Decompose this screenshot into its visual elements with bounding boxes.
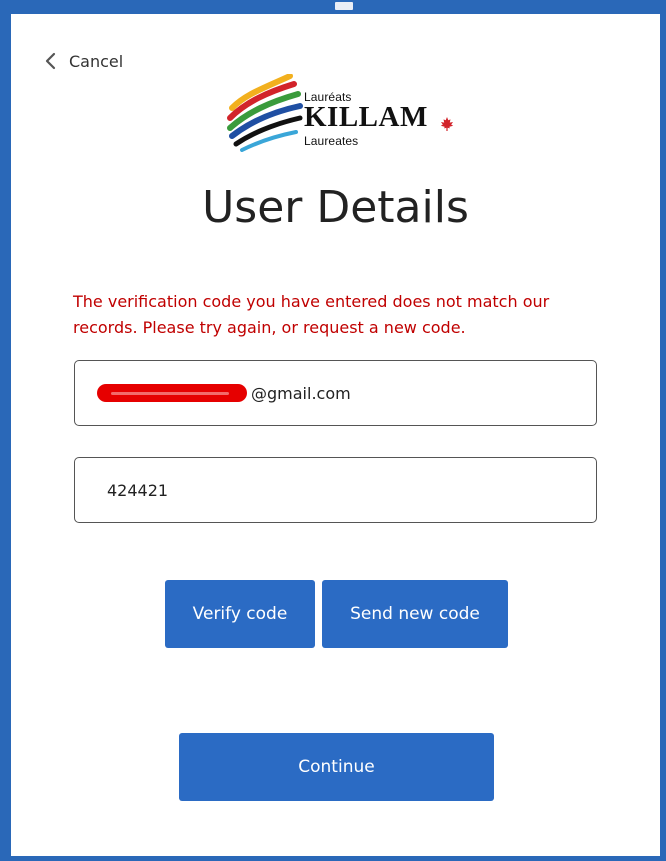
killam-stripes-logo-icon [227, 74, 303, 152]
email-field[interactable]: @gmail.com [74, 360, 597, 426]
cancel-label: Cancel [69, 51, 124, 71]
cancel-link[interactable]: Cancel [43, 51, 123, 71]
logo-line-bottom: Laureates [304, 134, 359, 148]
window-top-edge [0, 0, 666, 14]
verification-code-value: 424421 [107, 480, 169, 500]
window-frame: Cancel Lauréats KILLAM Laureates User De… [0, 0, 666, 861]
window-left-edge [0, 0, 11, 861]
page-title: User Details [202, 182, 469, 233]
verification-code-field[interactable]: 424421 [74, 457, 597, 523]
logo-line-main: KILLAM [304, 101, 428, 133]
window-right-edge [660, 0, 666, 861]
error-message: The verification code you have entered d… [73, 292, 550, 337]
send-new-code-button[interactable]: Send new code [322, 580, 508, 648]
verify-code-button[interactable]: Verify code [165, 580, 315, 648]
user-details-card: Cancel Lauréats KILLAM Laureates User De… [11, 14, 660, 856]
email-suffix: @gmail.com [251, 383, 351, 403]
redaction-mark [97, 384, 247, 402]
window-top-handle [335, 2, 353, 10]
maple-leaf-icon [440, 117, 454, 131]
continue-button[interactable]: Continue [179, 733, 494, 801]
killam-logo: Lauréats KILLAM Laureates [224, 74, 454, 152]
window-bottom-edge [0, 856, 666, 861]
chevron-left-icon [45, 52, 56, 70]
